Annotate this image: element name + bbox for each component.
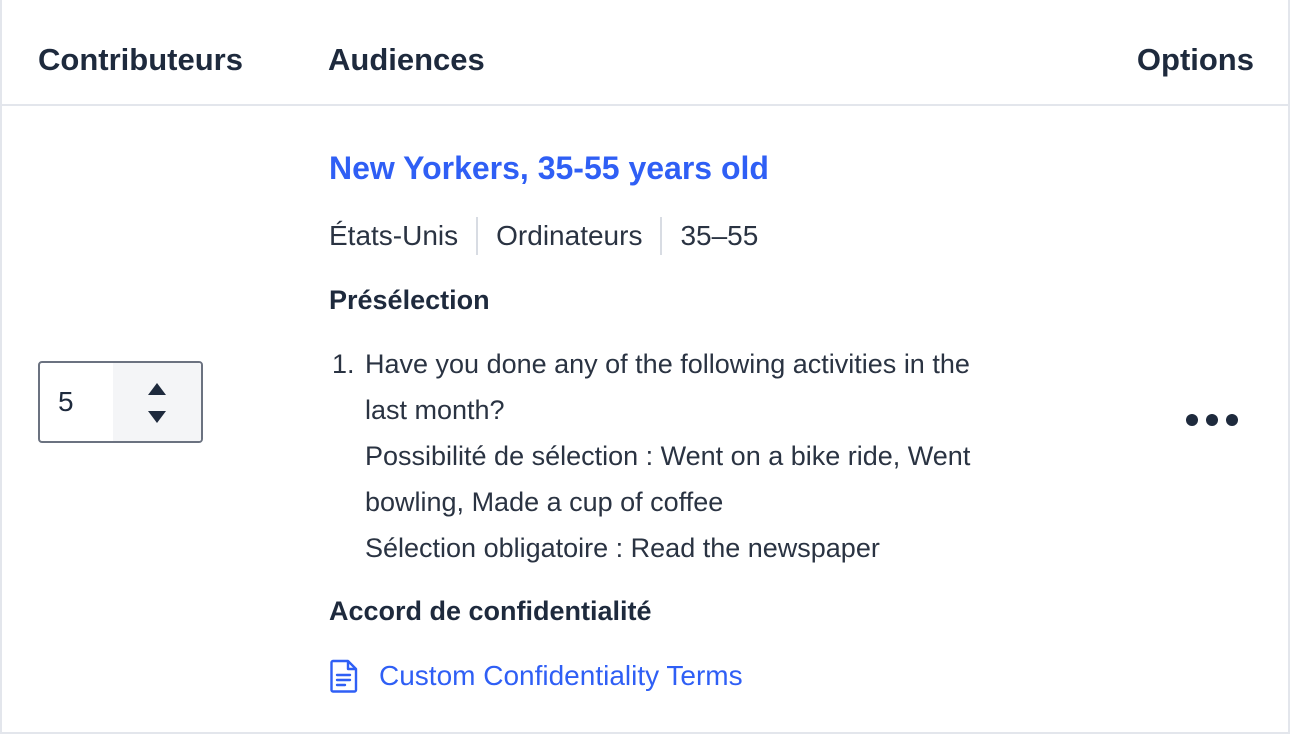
meta-device: Ordinateurs: [496, 220, 643, 251]
meta-age-range: 35–55: [680, 220, 759, 251]
stepper-controls: [113, 363, 201, 441]
increment-arrow-icon[interactable]: [148, 383, 166, 395]
meta-country: États-Unis: [329, 220, 459, 251]
more-horizontal-icon: [1206, 414, 1218, 426]
question-line: Possibilité de sélection : Went on a bik…: [365, 441, 971, 471]
header-audiences: Audiences: [328, 42, 485, 77]
audience-meta: États-Unis Ordinateurs 35–55: [329, 216, 758, 256]
question-line: bowling, Made a cup of coffee: [365, 487, 724, 517]
decrement-arrow-icon[interactable]: [148, 411, 166, 423]
audience-table: Contributeurs Audiences Options 5 New Yo…: [0, 0, 1290, 734]
meta-divider: [476, 217, 479, 255]
question-line: Have you done any of the following activ…: [365, 349, 970, 379]
contributors-stepper[interactable]: 5: [38, 361, 203, 443]
confidentiality-label: Accord de confidentialité: [329, 596, 652, 626]
table-header: Contributeurs Audiences Options: [2, 0, 1288, 106]
meta-divider: [660, 217, 663, 255]
document-icon: [330, 659, 358, 693]
question-line: Sélection obligatoire : Read the newspap…: [365, 533, 880, 563]
audience-title-link[interactable]: New Yorkers, 35-55 years old: [329, 148, 769, 188]
preselection-label: Présélection: [329, 285, 490, 315]
more-options-button[interactable]: [1180, 405, 1246, 435]
header-options: Options: [1136, 42, 1254, 77]
contributors-value[interactable]: 5: [58, 385, 74, 419]
question-body: Have you done any of the following activ…: [365, 341, 1065, 571]
question-line: last month?: [365, 395, 505, 425]
more-horizontal-icon: [1186, 414, 1198, 426]
header-contributors: Contributeurs: [38, 42, 243, 77]
question-number: 1.: [332, 349, 355, 379]
confidentiality-terms-link[interactable]: Custom Confidentiality Terms: [329, 655, 743, 697]
more-horizontal-icon: [1226, 414, 1238, 426]
confidentiality-link-text[interactable]: Custom Confidentiality Terms: [379, 660, 743, 692]
